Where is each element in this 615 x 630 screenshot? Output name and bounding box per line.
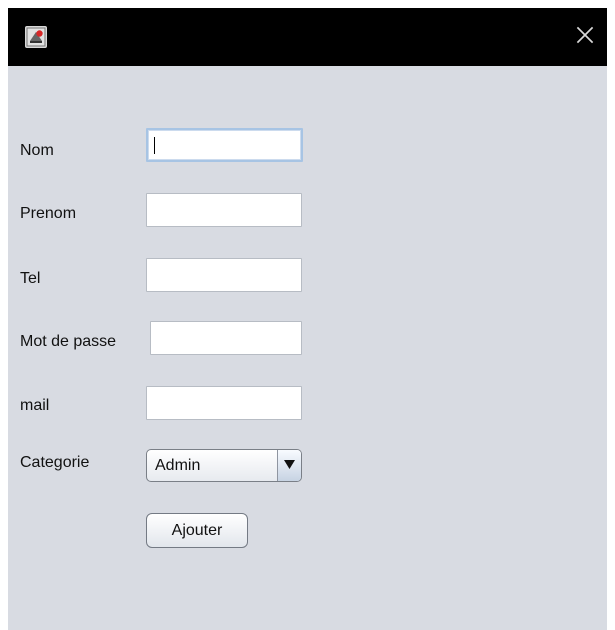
chevron-down-icon bbox=[284, 460, 295, 469]
prenom-field[interactable] bbox=[146, 193, 302, 227]
mot-de-passe-field[interactable] bbox=[150, 321, 302, 355]
ajouter-button[interactable]: Ajouter bbox=[146, 513, 248, 548]
title-bar bbox=[8, 8, 607, 66]
close-icon bbox=[576, 26, 594, 44]
categorie-selected-value: Admin bbox=[155, 457, 201, 474]
prenom-label: Prenom bbox=[20, 205, 77, 222]
nom-field[interactable] bbox=[146, 128, 303, 162]
nom-label: Nom bbox=[20, 142, 54, 159]
tel-field[interactable] bbox=[146, 258, 302, 292]
dropdown-button[interactable] bbox=[277, 450, 301, 481]
dialog-window: Nom Prenom Tel Mot de passe mail Categor… bbox=[8, 8, 607, 630]
categorie-label: Categorie bbox=[20, 454, 90, 471]
mail-field[interactable] bbox=[146, 386, 302, 420]
categorie-select[interactable]: Admin bbox=[146, 449, 302, 482]
app-card-icon bbox=[25, 26, 47, 48]
text-caret bbox=[154, 137, 155, 154]
close-button[interactable] bbox=[573, 23, 597, 47]
tel-label: Tel bbox=[20, 270, 41, 287]
mail-label: mail bbox=[20, 397, 50, 414]
mot-de-passe-label: Mot de passe bbox=[20, 333, 117, 350]
